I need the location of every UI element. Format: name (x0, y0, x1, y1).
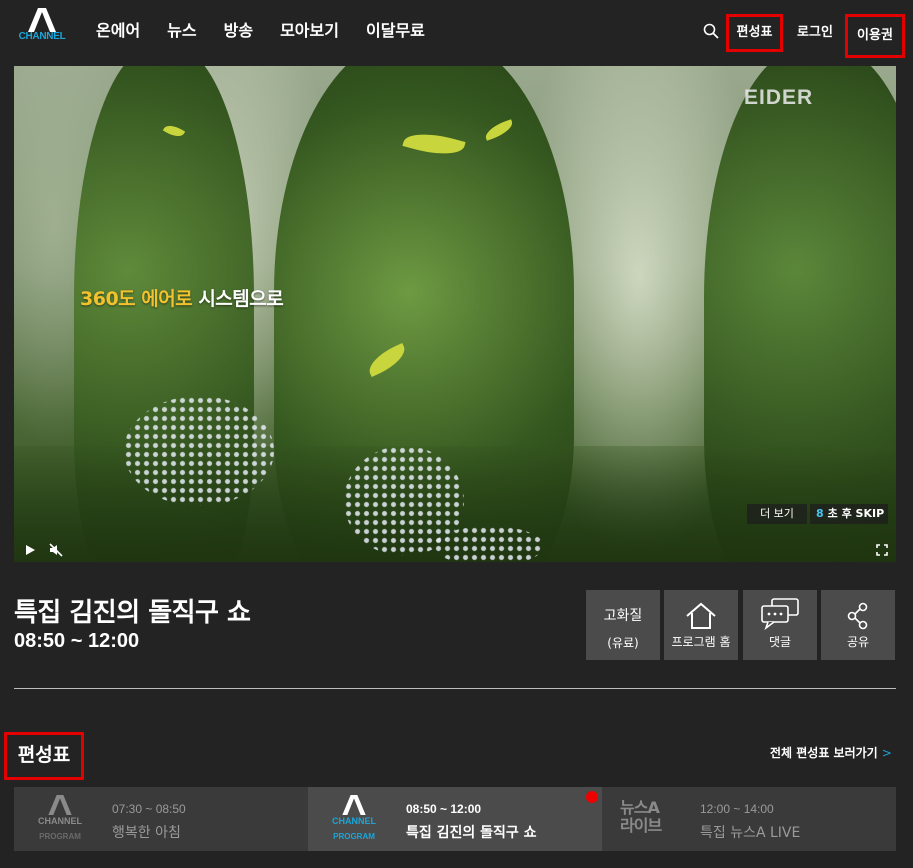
channel-a-logo[interactable]: CHANNEL (12, 8, 72, 52)
logo-news-text: 뉴스A (620, 798, 660, 817)
logo-program-text: PROGRAM (333, 832, 375, 841)
program-title: 특집 김진의 돌직구 쇼 (14, 598, 251, 628)
ad-caption-accent: 360도 에어로 (80, 288, 199, 310)
skip-countdown: 8 (816, 507, 824, 520)
home-icon (686, 602, 716, 629)
program-time: 08:50 ~ 12:00 (14, 630, 140, 652)
schedule-item-time: 08:50 ~ 12:00 (406, 802, 482, 816)
share-icon (847, 602, 868, 630)
ad-more-button[interactable]: 더 보기 (747, 504, 807, 524)
schedule-button[interactable]: 편성표 (726, 14, 783, 52)
program-home-button[interactable]: 프로그램 홈 (664, 590, 738, 660)
schedule-item-name: 특집 김진의 돌직구 쇼 (406, 825, 537, 841)
nav-item-collection[interactable]: 모아보기 (280, 18, 339, 44)
play-icon[interactable] (24, 544, 36, 556)
full-schedule-link-label: 전체 편성표 보러가기 (770, 746, 878, 760)
share-label: 공유 (846, 635, 870, 649)
schedule-item-time: 07:30 ~ 08:50 (112, 802, 186, 816)
channel-a-mark-icon (48, 795, 72, 815)
video-frame-flowers (124, 396, 274, 506)
ad-skip-button[interactable]: 8초 후 SKIP (810, 504, 888, 524)
live-indicator-icon (586, 791, 598, 803)
program-home-label: 프로그램 홈 (671, 635, 731, 649)
logo-text: CHANNEL (18, 31, 66, 42)
channel-a-mark-icon (28, 8, 56, 32)
nav-item-news[interactable]: 뉴스 (167, 18, 196, 44)
high-quality-button[interactable]: 고화질 (유료) (586, 590, 660, 660)
fullscreen-icon[interactable] (876, 544, 888, 556)
comment-label: 댓글 (768, 635, 792, 649)
comment-button[interactable]: 댓글 (743, 590, 817, 660)
channel-program-logo: CHANNEL PROGRAM (32, 795, 88, 845)
chevron-right-icon: > (881, 746, 892, 760)
search-icon[interactable] (703, 23, 719, 39)
header: CHANNEL 온에어 뉴스 방송 모아보기 이달무료 편성표 로그인 이용권 (0, 0, 913, 64)
nav-item-free-this-month[interactable]: 이달무료 (366, 18, 425, 44)
nav-item-onair[interactable]: 온에어 (96, 18, 140, 44)
logo-program-text: PROGRAM (39, 832, 81, 841)
schedule-item-time: 12:00 ~ 14:00 (700, 802, 774, 816)
comment-icon (761, 598, 799, 631)
schedule-item[interactable]: 뉴스A 라이브 12:00 ~ 14:00 특집 뉴스A LIVE (602, 787, 896, 851)
video-frame-flowers (434, 526, 544, 562)
ad-caption: 360도 에어로 시스템으로 (80, 284, 284, 311)
schedule-item-name: 특집 뉴스A LIVE (700, 825, 801, 841)
main-nav: 온에어 뉴스 방송 모아보기 이달무료 (96, 18, 452, 44)
channel-program-logo: CHANNEL PROGRAM (326, 795, 382, 845)
video-player[interactable]: 360도 에어로 시스템으로 EIDER 더 보기 8초 후 SKIP (14, 66, 896, 562)
logo-channel-text: CHANNEL (38, 816, 82, 826)
pass-button[interactable]: 이용권 (845, 14, 905, 58)
skip-label: 초 후 SKIP (827, 507, 885, 520)
mute-icon[interactable] (49, 543, 63, 557)
share-button[interactable]: 공유 (821, 590, 895, 660)
schedule-item-name: 행복한 아침 (112, 825, 181, 841)
logo-live-text: 라이브 (620, 816, 662, 835)
logo-channel-text: CHANNEL (332, 816, 376, 826)
quality-label: 고화질 (603, 608, 643, 624)
news-a-live-logo: 뉴스A 라이브 (620, 799, 676, 839)
schedule-item-current[interactable]: CHANNEL PROGRAM 08:50 ~ 12:00 특집 김진의 돌직구… (308, 787, 602, 851)
nav-item-broadcast[interactable]: 방송 (224, 18, 253, 44)
ad-caption-rest: 시스템으로 (198, 288, 284, 310)
login-button[interactable]: 로그인 (790, 14, 840, 52)
schedule-section-title: 편성표 (4, 732, 84, 780)
schedule-item[interactable]: CHANNEL PROGRAM 07:30 ~ 08:50 행복한 아침 (14, 787, 308, 851)
channel-a-mark-icon (342, 795, 366, 815)
quality-sub-label: (유료) (607, 636, 639, 650)
divider (14, 688, 896, 689)
ad-brand-logo: EIDER (744, 86, 814, 109)
full-schedule-link[interactable]: 전체 편성표 보러가기 > (770, 744, 892, 761)
